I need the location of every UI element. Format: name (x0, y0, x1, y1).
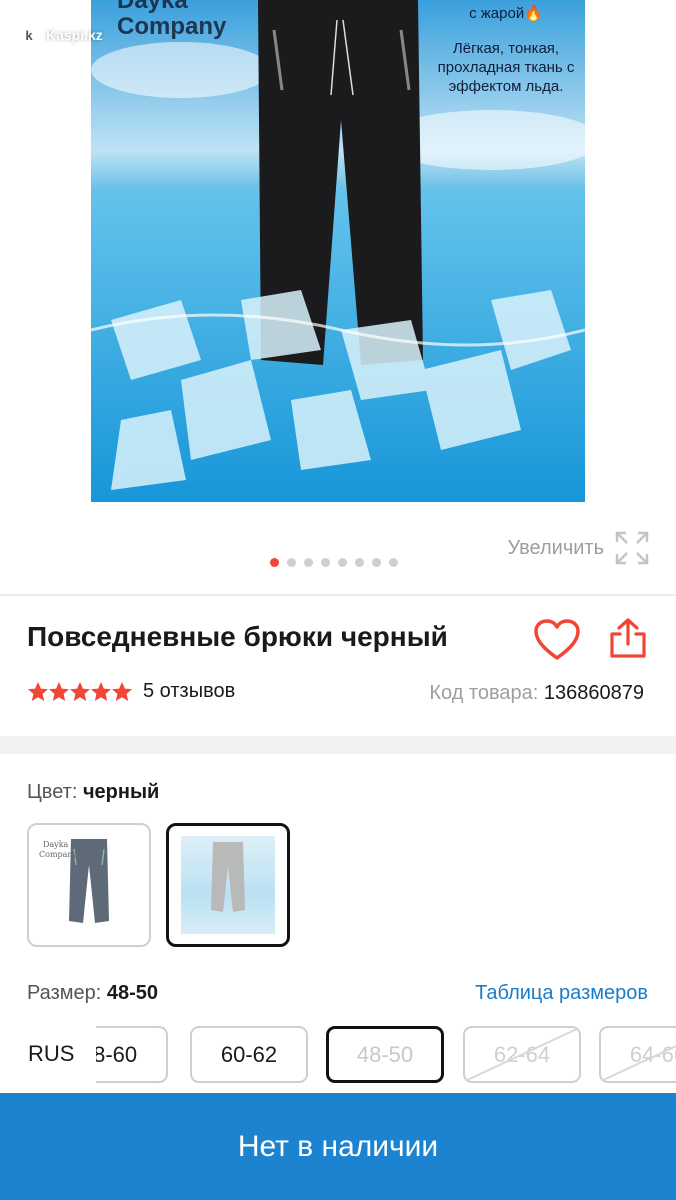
product-code-label: Код товара: (429, 682, 539, 704)
size-row: Размер: 48-50 (27, 982, 158, 1005)
product-code: Код товара: 136860879 (429, 682, 644, 705)
gallery-dot[interactable] (338, 558, 347, 567)
brand-line-1: Dayka (117, 0, 188, 14)
promo-line-2: Лёгкая, тонкая, прохладная ткань с эффек… (437, 40, 575, 95)
reviews-link[interactable]: 5 отзывов (143, 680, 235, 703)
heart-icon[interactable] (533, 618, 581, 662)
product-code-value: 136860879 (543, 682, 644, 704)
unavailable-strike (465, 1028, 579, 1081)
watermark-text: Kaspi.kz (46, 27, 103, 43)
size-table-link[interactable]: Таблица размеров (475, 982, 648, 1005)
divider (0, 594, 676, 596)
svg-text:Dayka: Dayka (43, 840, 69, 849)
promo-line-1: с жарой🔥 (469, 5, 543, 22)
kaspi-watermark: k Kaspi.kz (18, 24, 103, 46)
brand-line-2: Company (117, 13, 227, 40)
size-option-selected[interactable]: 48-50 (326, 1026, 444, 1083)
share-icon[interactable] (606, 616, 650, 660)
color-swatch-black[interactable] (166, 823, 290, 947)
expand-icon (615, 531, 649, 565)
color-row: Цвет: черный (27, 781, 159, 804)
color-label: Цвет: (27, 781, 78, 803)
rating-stars (27, 681, 133, 703)
gray-pants-thumbnail: Dayka Company (39, 839, 109, 923)
black-pants-silhouette (211, 842, 245, 912)
image-brand-text: Dayka Company (117, 0, 226, 40)
color-swatch-gray[interactable]: Dayka Company (27, 823, 151, 947)
svg-text:Company: Company (39, 850, 78, 859)
size-value: 48-50 (106, 982, 159, 1004)
gallery-dot[interactable] (355, 558, 364, 567)
product-gallery[interactable]: k Kaspi.kz Dayka Company с жарой🔥 Лёгкая… (0, 0, 676, 590)
size-option-unavailable[interactable]: 62-64 (463, 1026, 581, 1083)
zoom-button[interactable]: Увеличить (508, 530, 650, 566)
section-divider (0, 736, 676, 754)
size-system-label: RUS (28, 1041, 75, 1066)
size-option-label: 60-62 (220, 1041, 278, 1067)
star-icons (28, 681, 132, 701)
product-title: Повседневные брюки черный (27, 621, 448, 652)
gallery-dot[interactable] (304, 558, 313, 567)
size-selector[interactable]: 58-60 60-62 48-50 62-64 64-66 (96, 1025, 676, 1085)
size-option[interactable]: 60-62 (190, 1026, 308, 1083)
size-label: Размер: (27, 982, 102, 1004)
gallery-dot[interactable] (287, 558, 296, 567)
color-value: черный (82, 781, 160, 803)
product-image[interactable]: Dayka Company с жарой🔥 Лёгкая, тонкая, п… (91, 0, 585, 502)
gallery-dot[interactable] (389, 558, 398, 567)
image-promo-text: с жарой🔥 Лёгкая, тонкая, прохладная ткан… (431, 4, 581, 96)
rating-row: 5 отзывов (27, 680, 235, 703)
size-option-label: 58-60 (96, 1041, 138, 1067)
zoom-label: Увеличить (507, 536, 604, 559)
out-of-stock-button[interactable]: Нет в наличии (0, 1093, 676, 1200)
kaspi-logo-icon: k (18, 24, 40, 46)
gallery-dot[interactable] (372, 558, 381, 567)
size-option-unavailable[interactable]: 64-66 (599, 1026, 676, 1083)
size-option[interactable]: 58-60 (96, 1026, 168, 1083)
gallery-pagination[interactable] (270, 558, 398, 567)
gallery-dot[interactable] (270, 558, 279, 567)
size-option-label: 48-50 (356, 1041, 414, 1067)
unavailable-strike (601, 1045, 676, 1081)
gallery-dot[interactable] (321, 558, 330, 567)
